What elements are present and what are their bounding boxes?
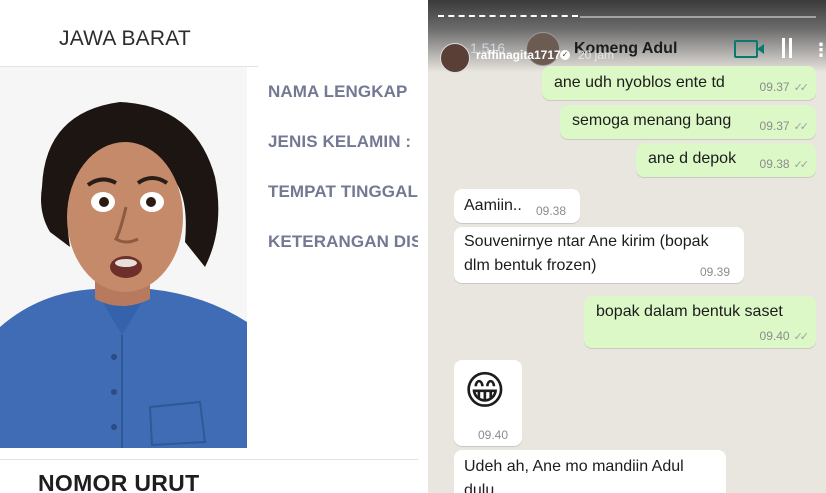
message-text: dulu: [464, 482, 495, 493]
read-receipt-icon: ✓✓: [793, 121, 810, 133]
panel-gap: [418, 0, 428, 493]
field-disability: KETERANGAN DISABILITAS: [268, 232, 418, 251]
message-bubble[interactable]: bopak dalam bentuk saset 09.40 ✓✓: [584, 296, 816, 348]
video-call-icon[interactable]: [734, 40, 764, 58]
field-full-name: NAMA LENGKAP: [268, 82, 408, 101]
field-gender: JENIS KELAMIN :: [268, 132, 412, 151]
grinning-face-emoji-icon: 😁: [464, 369, 506, 413]
message-time: 09.40: [478, 428, 509, 442]
story-timestamp: 20 jam: [578, 48, 615, 62]
more-options-icon[interactable]: ⋮: [812, 40, 826, 61]
story-username[interactable]: raffinagita1717: [476, 48, 561, 62]
story-progress-track: [580, 16, 816, 18]
read-receipt-icon: ✓✓: [793, 82, 810, 94]
message-bubble[interactable]: 😁 09.40: [454, 360, 522, 446]
read-receipt-icon: ✓✓: [793, 159, 810, 171]
message-time: 09.37: [759, 80, 790, 94]
message-bubble[interactable]: ane udh nyoblos ente td 09.37 ✓✓: [542, 66, 816, 100]
pause-icon[interactable]: [782, 38, 794, 58]
message-text: Aamiin..: [464, 197, 522, 214]
message-text: ane udh nyoblos ente td: [554, 74, 725, 91]
candidate-photo: [0, 67, 247, 448]
message-text: semoga menang bang: [572, 112, 732, 129]
verified-badge-icon: ✓: [560, 50, 570, 60]
message-meta: 09.40 ✓✓: [759, 329, 810, 343]
region-label: JAWA BARAT: [59, 27, 191, 50]
message-text: bopak dalam bentuk saset: [596, 303, 783, 320]
message-time: 09.38: [536, 204, 567, 218]
message-bubble[interactable]: Udeh ah, Ane mo mandiin Adul dulu: [454, 450, 726, 493]
field-residence: TEMPAT TINGGAL: [268, 182, 418, 201]
message-bubble[interactable]: semoga menang bang 09.37 ✓✓: [560, 105, 816, 139]
candidate-profile-panel: JAWA BARAT NAMA LENGKAP JENIS KELAMIN: …: [0, 0, 418, 493]
chat-screenshot-panel: 1.516 Komeng Adul raffinagita1717 ✓ 20 j…: [428, 0, 826, 493]
read-receipt-icon: ✓✓: [793, 331, 810, 343]
number-heading: NOMOR URUT: [38, 470, 200, 493]
message-time: 09.37: [759, 119, 790, 133]
message-text: Souvenirnye ntar Ane kirim (bopak: [464, 233, 709, 250]
message-meta: 09.37 ✓✓: [759, 80, 810, 94]
story-user-avatar[interactable]: [440, 43, 470, 73]
message-meta: 09.38 ✓✓: [759, 157, 810, 171]
divider: [0, 459, 418, 460]
message-text: Udeh ah, Ane mo mandiin Adul: [464, 458, 684, 475]
message-text: ane d depok: [648, 150, 737, 167]
story-progress-bar: [438, 15, 578, 19]
message-time: 09.40: [759, 329, 790, 343]
message-bubble[interactable]: Souvenirnye ntar Ane kirim (bopak dlm be…: [454, 227, 744, 283]
message-bubble[interactable]: Aamiin.. 09.38: [454, 189, 580, 223]
message-bubble[interactable]: ane d depok 09.38 ✓✓: [636, 143, 816, 177]
message-meta: 09.37 ✓✓: [759, 119, 810, 133]
message-time: 09.38: [759, 157, 790, 171]
message-time: 09.39: [700, 265, 731, 279]
message-text: dlm bentuk frozen): [464, 257, 597, 274]
